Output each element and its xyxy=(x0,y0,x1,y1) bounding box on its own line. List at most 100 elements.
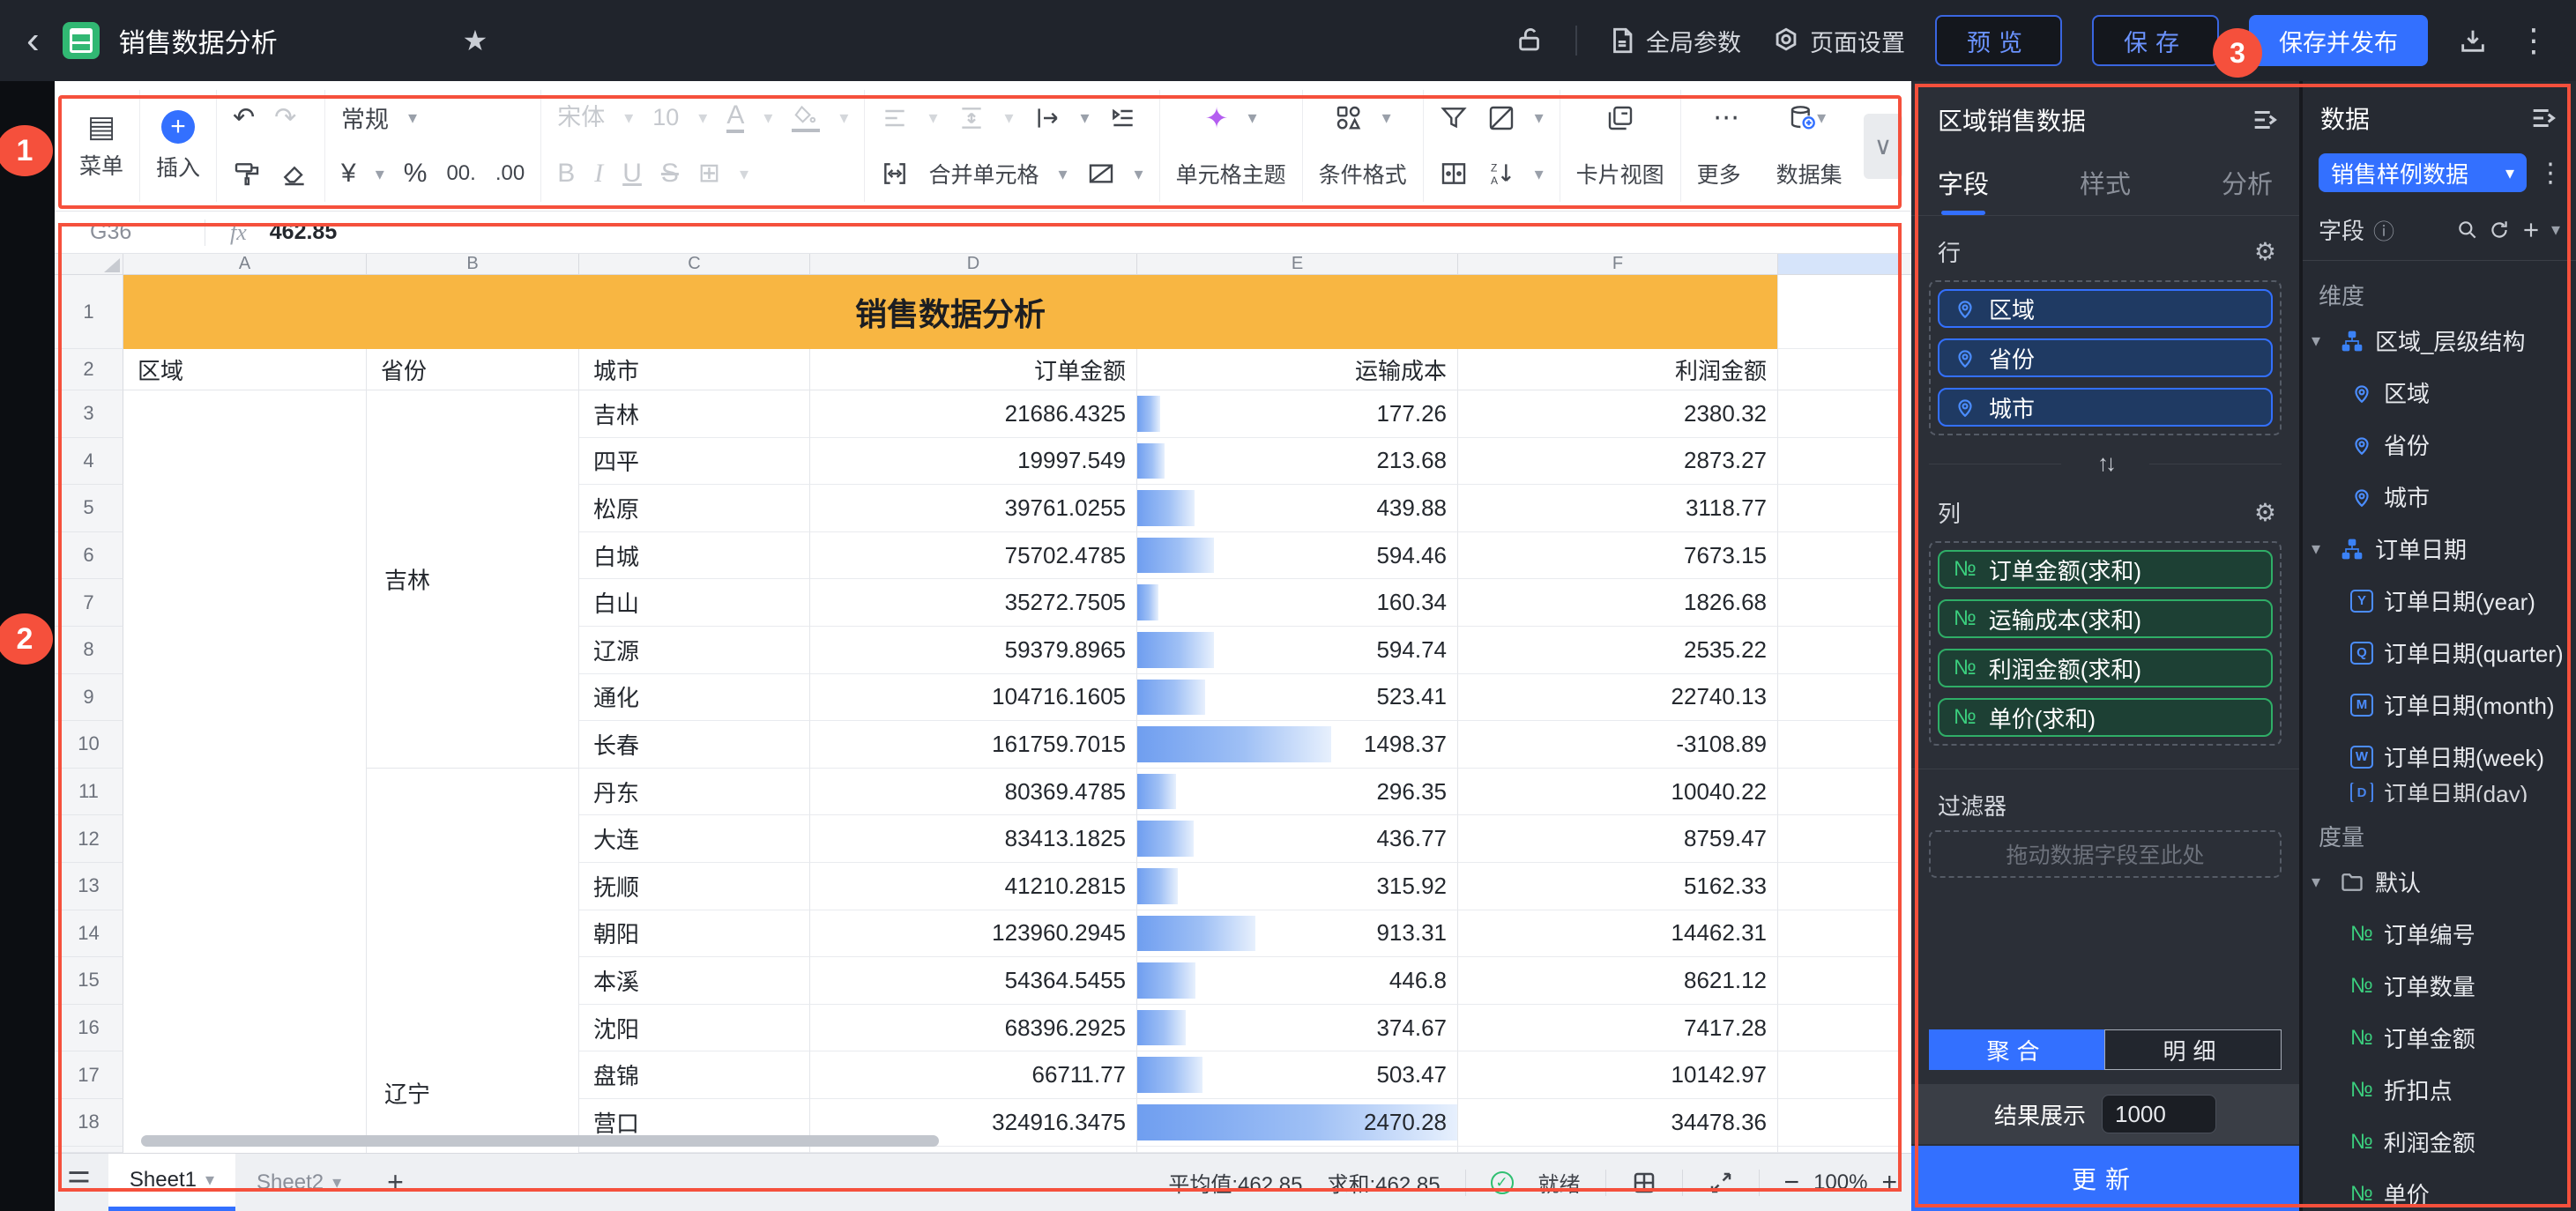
cell-province[interactable] xyxy=(367,721,579,769)
column-header-A[interactable]: A xyxy=(123,254,367,274)
result-limit-input[interactable]: 1000 xyxy=(2102,1095,2216,1133)
cell-region[interactable] xyxy=(123,815,367,863)
columns-shelf[interactable]: №订单金额(求和)№运输成本(求和)№利润金额(求和)№单价(求和) xyxy=(1929,541,2282,746)
cell-order-amount[interactable]: 68396.2925 xyxy=(810,1005,1137,1052)
add-field-icon[interactable] xyxy=(2520,219,2542,241)
cell-profit[interactable]: 2873.27 xyxy=(1458,438,1778,486)
row-number[interactable]: 13 xyxy=(55,863,123,910)
merge-cells-label[interactable]: 合并单元格 xyxy=(928,158,1039,189)
align-vertical-icon[interactable] xyxy=(957,104,986,132)
cell-profit[interactable]: 8621.12 xyxy=(1458,957,1778,1005)
row-number[interactable]: 2 xyxy=(55,349,123,390)
cell[interactable] xyxy=(579,1147,810,1153)
cell-profit[interactable]: 34478.36 xyxy=(1458,1099,1778,1147)
filter-icon[interactable] xyxy=(1440,104,1468,132)
dimension-hierarchy[interactable]: ▾区域_层级结构 xyxy=(2303,315,2576,367)
redo-icon[interactable]: ↷ xyxy=(274,105,296,131)
row-number[interactable]: 11 xyxy=(55,769,123,816)
cell-city[interactable]: 抚顺 xyxy=(579,863,810,910)
sheet-tab-1[interactable]: Sheet1▾ xyxy=(108,1154,235,1211)
row-number[interactable]: 10 xyxy=(55,721,123,769)
add-sheet-button[interactable]: + xyxy=(387,1166,404,1199)
cell[interactable] xyxy=(1778,863,1900,910)
cell-region[interactable] xyxy=(123,485,367,532)
save-publish-button[interactable]: 保存并发布 xyxy=(2249,15,2428,66)
cell-shipping-cost[interactable]: 2470.28 xyxy=(1137,1099,1458,1147)
header-cell[interactable]: 运输成本 xyxy=(1137,349,1458,390)
cell-order-amount[interactable]: 66711.77 xyxy=(810,1051,1137,1099)
row-number[interactable]: 8 xyxy=(55,627,123,674)
cell-theme-icon[interactable]: ✦ xyxy=(1205,101,1229,135)
dimension-item[interactable]: W订单日期(week) xyxy=(2303,731,2576,783)
number-format-select[interactable]: 常规 xyxy=(341,100,389,135)
cell-province[interactable] xyxy=(367,627,579,674)
row-field-pill[interactable]: 区域 xyxy=(1938,289,2273,328)
cell-shipping-cost[interactable]: 436.77 xyxy=(1137,815,1458,863)
header-cell[interactable]: 利润金额 xyxy=(1458,349,1778,390)
cell[interactable] xyxy=(1778,390,1900,438)
strikethrough-icon[interactable]: S xyxy=(661,160,679,187)
row-number[interactable]: 7 xyxy=(55,579,123,627)
cell[interactable] xyxy=(1778,910,1900,958)
cell-view-icon[interactable] xyxy=(1631,1170,1657,1196)
percent-format-icon[interactable]: % xyxy=(404,160,428,187)
col-field-pill[interactable]: №单价(求和) xyxy=(1938,698,2273,737)
cell-city[interactable]: 松原 xyxy=(579,485,810,532)
cell-shipping-cost[interactable]: 177.26 xyxy=(1137,390,1458,438)
dataset-select[interactable]: 销售样例数据 ▾ xyxy=(2319,153,2527,192)
col-field-pill[interactable]: №运输成本(求和) xyxy=(1938,599,2273,638)
font-size-select[interactable]: 10 xyxy=(652,106,679,130)
measure-item[interactable]: №利润金额 xyxy=(2303,1116,2576,1168)
cell-city[interactable]: 吉林 xyxy=(579,390,810,438)
text-wrap-icon[interactable] xyxy=(1033,104,1061,132)
collapse-panel-icon[interactable] xyxy=(2250,105,2280,135)
dimension-hierarchy[interactable]: ▾订单日期 xyxy=(2303,523,2576,575)
caret-down-icon[interactable]: ▾ xyxy=(2312,871,2329,893)
cell-profit[interactable]: 8759.47 xyxy=(1458,815,1778,863)
font-color-icon[interactable]: A xyxy=(726,102,744,133)
cell-order-amount[interactable]: 35272.7505 xyxy=(810,579,1137,627)
cell-shipping-cost[interactable]: 1498.37 xyxy=(1137,721,1458,769)
cell-profit[interactable]: 14462.31 xyxy=(1458,910,1778,958)
borders-icon[interactable]: ⊞ xyxy=(698,160,720,187)
conditional-format-label[interactable]: 条件格式 xyxy=(1319,158,1407,189)
cell-city[interactable]: 四平 xyxy=(579,438,810,486)
horizontal-scrollbar[interactable] xyxy=(141,1135,939,1147)
column-header-E[interactable]: E xyxy=(1137,254,1458,274)
download-icon[interactable] xyxy=(2458,26,2488,56)
cell-profit[interactable]: 10040.22 xyxy=(1458,769,1778,816)
eraser-icon[interactable] xyxy=(280,160,309,188)
currency-format-icon[interactable]: ¥ xyxy=(341,160,356,187)
dimension-item[interactable]: Y订单日期(year) xyxy=(2303,575,2576,627)
cell[interactable] xyxy=(1778,815,1900,863)
cell[interactable] xyxy=(1778,349,1900,390)
row-number[interactable]: 1 xyxy=(55,275,123,349)
row-number[interactable]: 16 xyxy=(55,1005,123,1052)
cell-region[interactable] xyxy=(123,863,367,910)
zoom-in-button[interactable]: + xyxy=(1881,1168,1897,1198)
gear-icon[interactable]: ⚙ xyxy=(2254,501,2276,525)
caret-down-icon[interactable]: ▾ xyxy=(2312,538,2329,560)
cell-region[interactable] xyxy=(123,1005,367,1052)
align-horizontal-icon[interactable] xyxy=(881,104,909,132)
increase-decimal-icon[interactable]: .00 xyxy=(495,163,525,184)
menu-button[interactable]: ▤ 菜单 xyxy=(79,112,123,181)
measure-item[interactable]: №折扣点 xyxy=(2303,1064,2576,1116)
cell-shipping-cost[interactable]: 315.92 xyxy=(1137,863,1458,910)
cell-province[interactable] xyxy=(367,1005,579,1052)
cell-province[interactable] xyxy=(367,815,579,863)
cell[interactable] xyxy=(1778,627,1900,674)
column-header-C[interactable]: C xyxy=(579,254,810,274)
cell-profit[interactable]: 5162.33 xyxy=(1458,863,1778,910)
unlock-icon[interactable] xyxy=(1515,26,1545,56)
collapse-toolbar-button[interactable]: ∨ xyxy=(1864,114,1902,179)
cell-region[interactable] xyxy=(123,532,367,580)
dimension-item[interactable]: 区域 xyxy=(2303,367,2576,419)
cell-theme-label[interactable]: 单元格主题 xyxy=(1176,158,1286,189)
more-menu-icon[interactable]: ⋮ xyxy=(2518,22,2550,59)
undo-icon[interactable]: ↶ xyxy=(233,105,255,131)
cell-shipping-cost[interactable]: 160.34 xyxy=(1137,579,1458,627)
cell-profit[interactable]: 22740.13 xyxy=(1458,674,1778,722)
row-number[interactable]: 12 xyxy=(55,815,123,863)
cell-shipping-cost[interactable]: 213.68 xyxy=(1137,438,1458,486)
